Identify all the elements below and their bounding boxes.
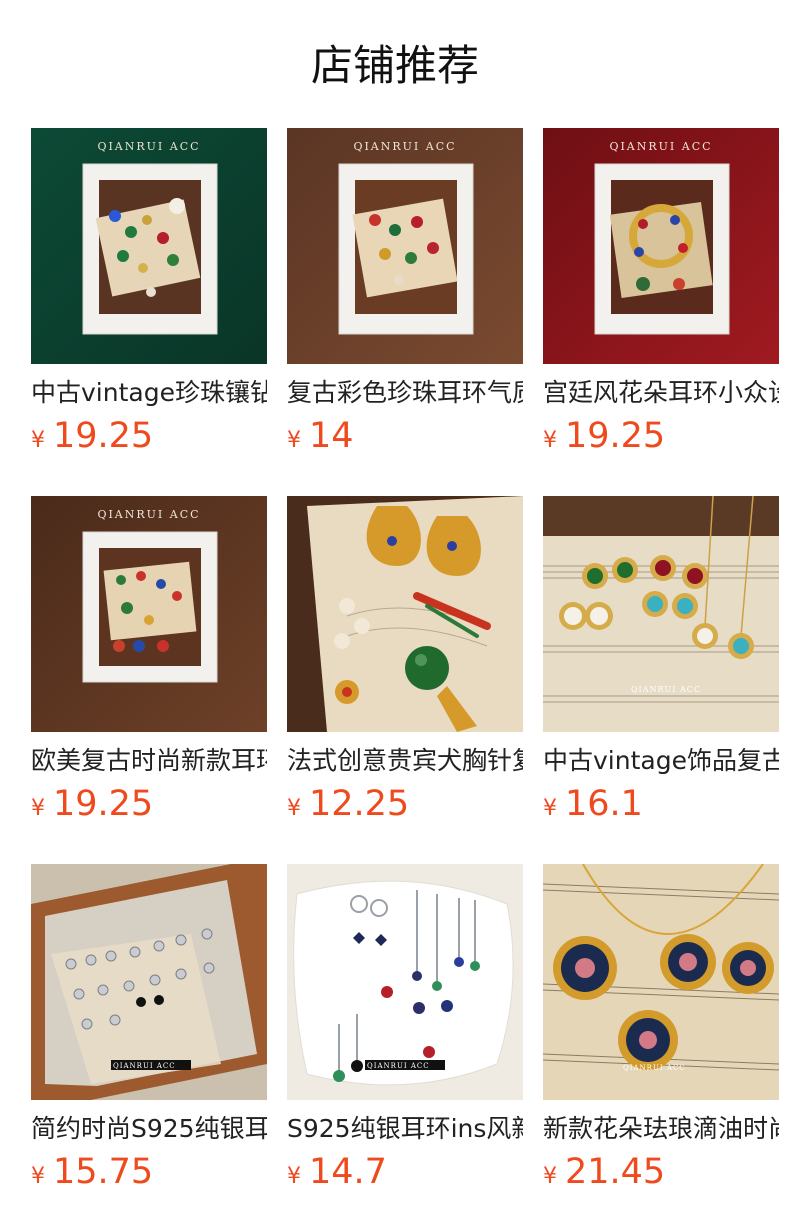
currency-symbol: ¥ — [543, 796, 557, 821]
svg-text:QIANRUI ACC: QIANRUI ACC — [367, 1062, 430, 1070]
currency-symbol: ¥ — [543, 1164, 557, 1189]
product-card[interactable]: QIANRUI ACC S925纯银耳环ins风新 ¥14.7 — [287, 864, 523, 1194]
price-amount: 15.75 — [53, 1152, 154, 1192]
product-price: ¥14 — [287, 414, 354, 458]
currency-symbol: ¥ — [287, 1164, 301, 1189]
framed-jewelry-photo-brown: QIANRUI ACC — [287, 128, 523, 364]
framed-jewelry-photo-green: QIANRUI ACC — [31, 128, 267, 364]
product-card[interactable]: QIANRUI ACC 新款花朵珐琅滴油时尚 ¥21.45 — [543, 864, 779, 1194]
price-amount: 19.25 — [53, 784, 154, 824]
price-amount: 16.1 — [565, 784, 643, 824]
currency-symbol: ¥ — [31, 1164, 45, 1189]
product-price: ¥21.45 — [543, 1150, 665, 1194]
framed-jewelry-photo-red: QIANRUI ACC — [543, 128, 779, 364]
product-price: ¥16.1 — [543, 782, 643, 826]
product-card[interactable]: QIANRUI ACC 中古vintage珍珠镶钻 ¥19.25 — [31, 128, 267, 458]
svg-text:QIANRUI ACC: QIANRUI ACC — [97, 140, 200, 153]
svg-text:QIANRUI ACC: QIANRUI ACC — [631, 685, 701, 694]
svg-text:QIANRUI ACC: QIANRUI ACC — [609, 140, 712, 153]
price-amount: 14.7 — [309, 1152, 387, 1192]
product-card[interactable]: QIANRUI ACC 中古vintage饰品复古 ¥16.1 — [543, 496, 779, 826]
svg-text:QIANRUI ACC: QIANRUI ACC — [113, 1062, 176, 1070]
silver-earrings-tray-photo: QIANRUI ACC — [31, 864, 267, 1100]
product-name[interactable]: 欧美复古时尚新款耳环 — [31, 744, 267, 778]
page-title: 店铺推荐 — [310, 41, 479, 90]
price-amount: 21.45 — [565, 1152, 666, 1192]
product-image[interactable]: QIANRUI ACC — [543, 864, 779, 1100]
product-price: ¥12.25 — [287, 782, 409, 826]
currency-symbol: ¥ — [31, 796, 45, 821]
product-name[interactable]: 宫廷风花朵耳环小众设 — [543, 376, 779, 410]
price-amount: 19.25 — [565, 416, 666, 456]
svg-text:QIANRUI ACC: QIANRUI ACC — [623, 1064, 686, 1072]
svg-text:QIANRUI ACC: QIANRUI ACC — [353, 140, 456, 153]
framed-jewelry-photo-brown: QIANRUI ACC — [31, 496, 267, 732]
product-name[interactable]: 中古vintage饰品复古 — [543, 744, 779, 778]
stone-earrings-necklace-photo: QIANRUI ACC — [543, 496, 779, 732]
enamel-flower-jewelry-photo: QIANRUI ACC — [543, 864, 779, 1100]
currency-symbol: ¥ — [31, 428, 45, 453]
product-card[interactable]: 法式创意贵宾犬胸针复 ¥12.25 — [287, 496, 523, 826]
product-card[interactable]: QIANRUI ACC 复古彩色珍珠耳环气质 ¥14 — [287, 128, 523, 458]
product-price: ¥15.75 — [31, 1150, 153, 1194]
product-price: ¥19.25 — [543, 414, 665, 458]
product-image[interactable]: QIANRUI ACC — [543, 128, 779, 364]
product-name[interactable]: 法式创意贵宾犬胸针复 — [287, 744, 523, 778]
product-price: ¥19.25 — [31, 414, 153, 458]
product-image[interactable]: QIANRUI ACC — [543, 496, 779, 732]
product-card[interactable]: QIANRUI ACC 宫廷风花朵耳环小众设 ¥19.25 — [543, 128, 779, 458]
currency-symbol: ¥ — [543, 428, 557, 453]
product-price: ¥14.7 — [287, 1150, 387, 1194]
product-image[interactable]: QIANRUI ACC — [287, 128, 523, 364]
product-name[interactable]: 中古vintage珍珠镶钻 — [31, 376, 267, 410]
product-price: ¥19.25 — [31, 782, 153, 826]
product-card[interactable]: QIANRUI ACC 简约时尚S925纯银耳钉 ¥15.75 — [31, 864, 267, 1194]
product-image[interactable]: QIANRUI ACC — [31, 128, 267, 364]
product-image[interactable] — [287, 496, 523, 732]
product-name[interactable]: S925纯银耳环ins风新 — [287, 1112, 523, 1146]
product-name[interactable]: 复古彩色珍珠耳环气质 — [287, 376, 523, 410]
product-image[interactable]: QIANRUI ACC — [287, 864, 523, 1100]
product-image[interactable]: QIANRUI ACC — [31, 496, 267, 732]
product-card[interactable]: QIANRUI ACC 欧美复古时尚新款耳环 ¥19.25 — [31, 496, 267, 826]
price-amount: 19.25 — [53, 416, 154, 456]
store-recommendation-page: 店铺推荐 QIANRUI ACC 中古vintage珍珠镶钻 ¥ 19.25 Q… — [0, 0, 790, 1232]
currency-symbol: ¥ — [287, 428, 301, 453]
svg-text:QIANRUI ACC: QIANRUI ACC — [97, 508, 200, 521]
product-name[interactable]: 简约时尚S925纯银耳钉 — [31, 1112, 267, 1146]
gold-brooches-earrings-photo — [287, 496, 523, 732]
price-amount: 12.25 — [309, 784, 410, 824]
silver-drop-earrings-photo: QIANRUI ACC — [287, 864, 523, 1100]
currency-symbol: ¥ — [287, 796, 301, 821]
price-amount: 14 — [309, 416, 354, 456]
product-image[interactable]: QIANRUI ACC — [31, 864, 267, 1100]
product-name[interactable]: 新款花朵珐琅滴油时尚 — [543, 1112, 779, 1146]
